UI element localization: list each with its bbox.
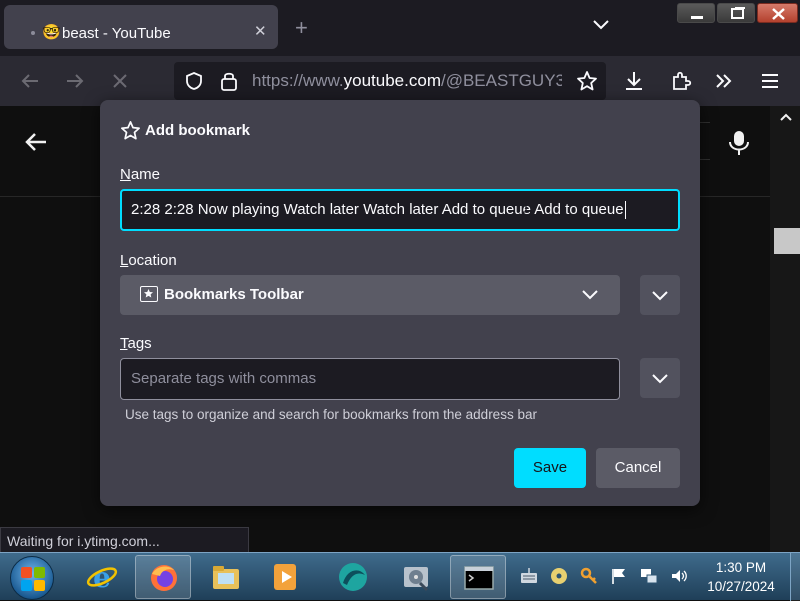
taskbar-media-player[interactable] xyxy=(258,555,314,599)
expand-tags-button[interactable] xyxy=(640,358,680,398)
taskbar-app[interactable] xyxy=(325,555,381,599)
network-icon[interactable] xyxy=(640,567,658,585)
cd-drive-icon[interactable] xyxy=(550,567,568,585)
clock-time: 1:30 PM xyxy=(715,560,767,575)
tab-strip: 🤓 beast - YouTube ✕ + xyxy=(0,0,800,56)
forward-arrow-icon[interactable] xyxy=(63,69,87,93)
cancel-button[interactable]: Cancel xyxy=(596,448,680,488)
tab-audio-indicator xyxy=(31,31,35,35)
tab-favicon-icon: 🤓 xyxy=(42,24,61,41)
tab-title: beast - YouTube xyxy=(62,25,171,42)
location-value: Bookmarks Toolbar xyxy=(164,286,304,303)
media-player-icon xyxy=(274,564,296,590)
tags-field[interactable]: Separate tags with commas xyxy=(120,358,620,400)
firefox-icon xyxy=(151,565,177,591)
overflow-menu-icon[interactable] xyxy=(712,69,736,93)
taskbar-firefox[interactable] xyxy=(135,555,191,599)
taskbar-file-explorer[interactable] xyxy=(198,555,254,599)
chevron-down-icon xyxy=(652,374,668,384)
taskbar-disk-utility[interactable] xyxy=(388,555,444,599)
tags-label: Tags xyxy=(120,335,152,352)
clock-date: 10/27/2024 xyxy=(707,579,775,594)
keyboard-icon[interactable] xyxy=(520,567,538,585)
dialog-title: Add bookmark xyxy=(145,122,251,139)
bookmarks-toolbar-icon xyxy=(140,286,158,302)
app-icon xyxy=(339,563,367,591)
address-bar[interactable]: https://www.youtube.com/@BEASTGUY3 xyxy=(174,62,606,100)
status-panel: Waiting for i.ytimg.com... xyxy=(0,527,249,553)
navigation-toolbar: https://www.youtube.com/@BEASTGUY3 xyxy=(0,56,800,106)
key-icon[interactable] xyxy=(580,567,598,585)
show-desktop-button[interactable] xyxy=(790,553,800,601)
action-center-flag-icon[interactable] xyxy=(610,567,628,585)
windows-logo-icon xyxy=(21,567,32,578)
hamburger-menu-icon[interactable] xyxy=(758,69,782,93)
name-field[interactable]: 2:28 2:28 Now playing Watch later Watch … xyxy=(120,189,680,231)
browser-tab[interactable]: 🤓 beast - YouTube ✕ xyxy=(4,5,278,49)
volume-icon[interactable] xyxy=(670,567,688,585)
taskbar: e 1:30 PM 10/27/2024 xyxy=(0,552,800,601)
text-caret xyxy=(624,201,626,220)
save-button[interactable]: Save xyxy=(514,448,586,488)
tracking-protection-shield-icon[interactable] xyxy=(184,71,204,91)
url-text[interactable]: https://www.youtube.com/@BEASTGUY3 xyxy=(252,71,562,91)
scrollbar-thumb[interactable] xyxy=(774,228,800,254)
extensions-puzzle-icon[interactable] xyxy=(669,69,693,93)
back-arrow-icon[interactable] xyxy=(18,69,42,93)
bookmark-star-icon[interactable] xyxy=(576,70,598,92)
scroll-up-arrow-icon[interactable] xyxy=(780,112,792,122)
microphone-icon[interactable] xyxy=(728,130,750,156)
tab-close-icon[interactable]: ✕ xyxy=(254,22,267,40)
downloads-icon[interactable] xyxy=(622,69,646,93)
star-icon xyxy=(121,121,140,140)
file-explorer-icon xyxy=(213,566,239,589)
new-tab-button[interactable]: + xyxy=(295,15,308,41)
scrollbar[interactable] xyxy=(770,106,800,552)
window-close-button[interactable] xyxy=(757,3,798,23)
list-all-tabs-icon[interactable] xyxy=(592,18,610,32)
name-label: Name xyxy=(120,166,161,183)
text-cursor-icon xyxy=(523,197,529,213)
window-maximize-button[interactable] xyxy=(717,3,755,23)
svg-text:e: e xyxy=(93,561,111,593)
lock-icon[interactable] xyxy=(220,70,238,92)
taskbar-command-prompt[interactable] xyxy=(450,555,506,599)
chevron-down-icon xyxy=(582,290,598,300)
location-select[interactable]: Bookmarks Toolbar xyxy=(120,275,620,315)
chevron-down-icon xyxy=(652,291,668,301)
start-button[interactable] xyxy=(10,556,54,600)
add-bookmark-dialog: Add bookmark Name 2:28 2:28 Now playing … xyxy=(100,100,700,506)
back-arrow-icon[interactable] xyxy=(22,128,50,156)
location-label: Location xyxy=(120,252,177,269)
window-minimize-button[interactable] xyxy=(677,3,715,23)
disk-utility-icon xyxy=(404,567,429,592)
stop-loading-icon[interactable] xyxy=(108,69,132,93)
command-prompt-icon xyxy=(464,566,494,590)
clock[interactable]: 1:30 PM 10/27/2024 xyxy=(700,558,782,596)
internet-explorer-icon: e xyxy=(86,561,118,593)
expand-folder-tree-button[interactable] xyxy=(640,275,680,315)
taskbar-internet-explorer[interactable]: e xyxy=(74,555,130,599)
tags-hint: Use tags to organize and search for book… xyxy=(125,407,537,422)
